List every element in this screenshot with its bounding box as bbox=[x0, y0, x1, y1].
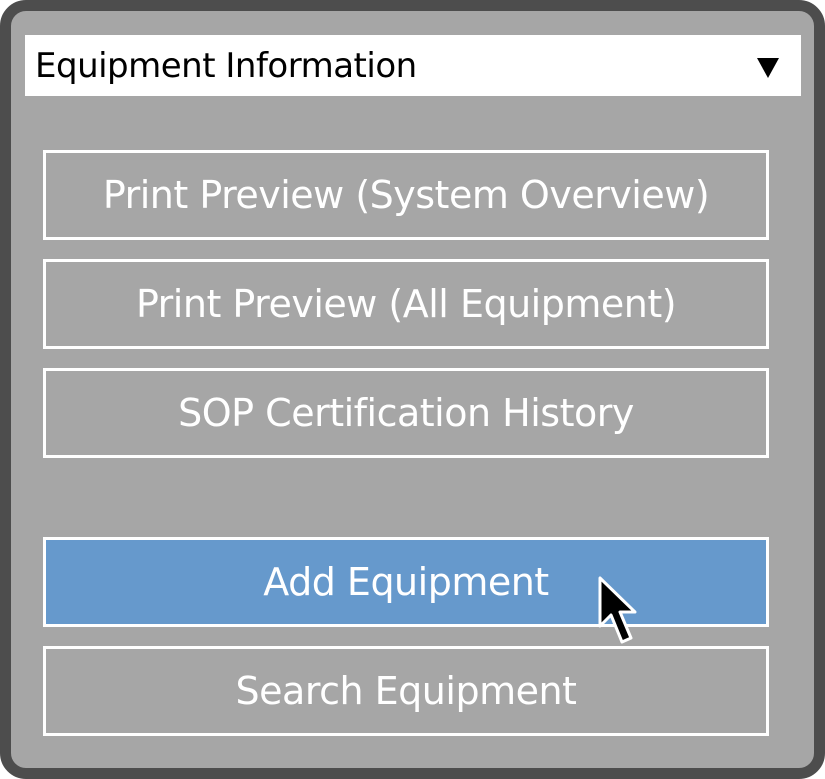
search-equipment-button[interactable]: Search Equipment bbox=[43, 646, 769, 736]
print-preview-all-equipment-button[interactable]: Print Preview (All Equipment) bbox=[43, 259, 769, 349]
print-preview-system-overview-button[interactable]: Print Preview (System Overview) bbox=[43, 150, 769, 240]
button-label: Print Preview (All Equipment) bbox=[135, 282, 677, 326]
add-equipment-button[interactable]: Add Equipment bbox=[43, 537, 769, 627]
button-label: SOP Certification History bbox=[178, 391, 634, 435]
equipment-information-dropdown[interactable]: Equipment Information bbox=[25, 35, 801, 96]
triangle-down-icon[interactable] bbox=[757, 57, 779, 78]
button-label: Print Preview (System Overview) bbox=[102, 173, 710, 217]
equipment-menu-panel: Equipment Information Print Preview (Sys… bbox=[0, 0, 825, 779]
sop-certification-history-button[interactable]: SOP Certification History bbox=[43, 368, 769, 458]
button-label: Search Equipment bbox=[235, 669, 577, 713]
button-label: Add Equipment bbox=[263, 560, 549, 604]
mouse-pointer-icon bbox=[598, 576, 637, 644]
dropdown-label: Equipment Information bbox=[35, 45, 417, 86]
